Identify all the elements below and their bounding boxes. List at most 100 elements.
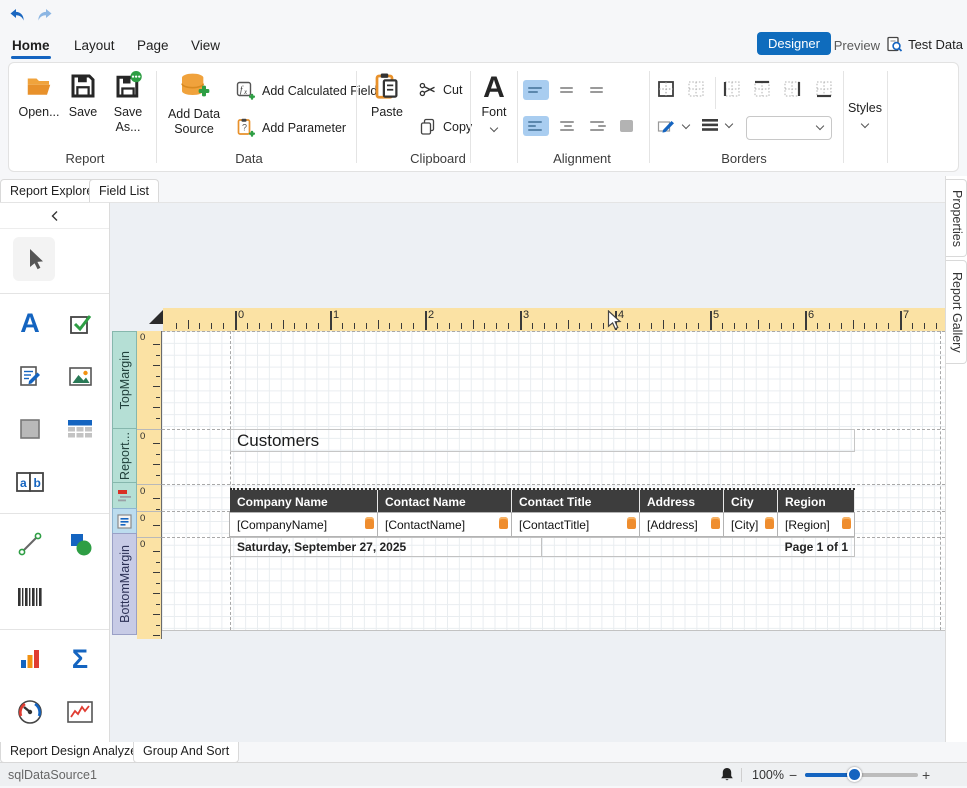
save-as-button[interactable]: Save As... <box>105 71 151 135</box>
ruler-tick <box>294 323 295 329</box>
band-page-header[interactable] <box>112 482 137 509</box>
tab-page[interactable]: Page <box>137 38 169 53</box>
ruler-corner-marker[interactable] <box>149 309 164 324</box>
tool-shape[interactable] <box>60 524 100 564</box>
page-footer-date[interactable]: Saturday, September 27, 2025 <box>230 537 542 557</box>
styles-button[interactable]: Styles <box>845 101 885 131</box>
table-field-cell[interactable]: [CompanyName] <box>229 512 378 537</box>
svg-text:a: a <box>20 476 27 490</box>
undo-icon <box>8 6 26 24</box>
zoom-in-button[interactable]: + <box>922 767 930 783</box>
ruler-tick <box>829 323 830 329</box>
align-middle-button[interactable] <box>555 80 581 100</box>
band-report-header[interactable]: Report... <box>112 428 137 483</box>
table-header-cell[interactable]: Address <box>640 490 723 512</box>
tool-label[interactable]: A <box>10 303 50 343</box>
line-style-button[interactable] <box>701 118 732 132</box>
tool-rich-text[interactable] <box>10 356 50 396</box>
tool-character-comb[interactable]: ab <box>10 462 50 502</box>
tab-report-design-analyzer[interactable]: Report Design Analyzer <box>0 742 151 763</box>
align-right-button[interactable] <box>585 116 611 136</box>
tab-report-gallery[interactable]: Report Gallery <box>946 260 967 364</box>
band-detail[interactable] <box>112 508 137 534</box>
collapse-toolbox-button[interactable] <box>0 203 109 229</box>
cut-button[interactable]: Cut <box>419 81 462 98</box>
notifications-button[interactable] <box>719 767 737 785</box>
table-header-cell[interactable]: Contact Name <box>378 490 511 512</box>
table-field-cell[interactable]: [Region] <box>777 512 855 537</box>
top-border-button[interactable] <box>753 80 773 100</box>
tool-pivot-grid[interactable]: Σ <box>60 639 100 679</box>
ruler-number: 3 <box>523 309 529 321</box>
all-borders-button[interactable] <box>657 80 677 100</box>
report-designer-window: Home Layout Page View Designer Preview T… <box>0 0 967 786</box>
border-width-combobox[interactable] <box>746 116 832 140</box>
report-page[interactable]: Customers Company NameContact NameContac… <box>162 331 945 631</box>
tool-panel[interactable] <box>10 409 50 449</box>
ruler-tick <box>413 323 414 329</box>
ruler-tick <box>153 365 160 366</box>
page-footer-pageinfo[interactable]: Page 1 of 1 <box>541 537 855 557</box>
designer-mode-button[interactable]: Designer <box>757 32 831 55</box>
undo-button[interactable] <box>8 6 26 24</box>
tab-home[interactable]: Home <box>12 38 50 53</box>
tab-field-list[interactable]: Field List <box>89 179 159 202</box>
align-left-button[interactable] <box>523 116 549 136</box>
ruler-tick <box>912 323 913 329</box>
table-header-cell[interactable]: City <box>724 490 777 512</box>
table-header-cell[interactable]: Company Name <box>230 490 377 512</box>
add-data-source-button[interactable]: Add Data Source <box>165 71 223 137</box>
zoom-out-button[interactable]: − <box>789 767 797 783</box>
ruler-tick <box>591 323 592 329</box>
no-borders-button[interactable] <box>687 80 707 100</box>
left-border-button[interactable] <box>723 80 743 100</box>
tool-table[interactable] <box>60 409 100 449</box>
tab-view[interactable]: View <box>191 38 220 53</box>
ruler-tick <box>686 323 687 329</box>
table-field-cell[interactable]: [Address] <box>639 512 724 537</box>
tool-picture-box[interactable] <box>60 356 100 396</box>
ruler-tick <box>900 311 902 330</box>
save-button[interactable]: Save <box>63 71 103 120</box>
align-justify-button[interactable] <box>615 116 641 136</box>
page-header-band-icon <box>117 489 133 503</box>
tool-sparkline[interactable] <box>60 692 100 732</box>
border-color-button[interactable] <box>657 118 689 135</box>
align-bottom-button[interactable] <box>585 80 611 100</box>
redo-button[interactable] <box>36 6 54 24</box>
copy-button[interactable]: Copy <box>419 118 472 135</box>
tool-gauge[interactable] <box>10 692 50 732</box>
test-data-button[interactable]: Test Data <box>886 36 963 53</box>
align-top-button[interactable] <box>523 80 549 100</box>
paste-button[interactable]: Paste <box>364 71 410 120</box>
table-field-cell[interactable]: [ContactTitle] <box>511 512 640 537</box>
table-field-cell[interactable]: [ContactName] <box>377 512 512 537</box>
tab-properties[interactable]: Properties <box>946 179 967 257</box>
zoom-slider-thumb[interactable] <box>847 767 862 782</box>
tool-pointer[interactable] <box>13 237 55 281</box>
report-title-label[interactable]: Customers <box>230 429 855 452</box>
tool-chart[interactable] <box>10 639 50 679</box>
tab-layout[interactable]: Layout <box>74 38 115 53</box>
tool-checkbox[interactable] <box>60 303 100 343</box>
table-field-cell[interactable]: [City] <box>723 512 778 537</box>
align-center-button[interactable] <box>555 116 581 136</box>
band-bottom-margin[interactable]: BottomMargin <box>112 533 137 635</box>
preview-mode-button[interactable]: Preview <box>834 38 880 53</box>
sigma-icon: Σ <box>72 644 88 675</box>
tab-group-and-sort[interactable]: Group And Sort <box>133 742 239 763</box>
font-button[interactable]: A Font <box>474 71 514 135</box>
right-margin-line <box>940 331 941 630</box>
bottom-border-button[interactable] <box>815 80 835 100</box>
chevron-down-icon <box>816 122 824 130</box>
open-button[interactable]: Open... <box>17 71 61 120</box>
right-border-button[interactable] <box>783 80 803 100</box>
table-header-cell[interactable]: Contact Title <box>512 490 639 512</box>
field-database-icon <box>842 517 851 529</box>
table-header-cell[interactable]: Region <box>778 490 854 512</box>
tool-line[interactable] <box>10 524 50 564</box>
scissors-icon <box>419 81 436 98</box>
band-top-margin[interactable]: TopMargin <box>112 331 137 429</box>
add-parameter-button[interactable]: ? Add Parameter <box>236 118 346 137</box>
tool-barcode[interactable] <box>10 577 50 617</box>
